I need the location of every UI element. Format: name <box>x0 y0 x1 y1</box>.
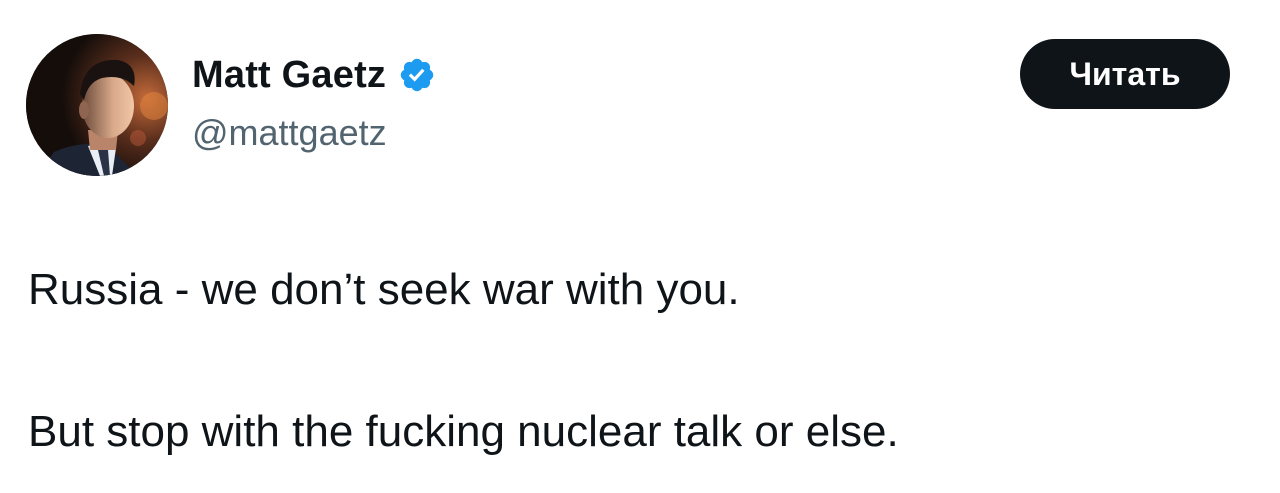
author-name-row: Matt Gaetz <box>192 52 436 98</box>
read-button[interactable]: Читать <box>1020 39 1230 109</box>
avatar[interactable] <box>26 34 168 176</box>
display-name[interactable]: Matt Gaetz <box>192 54 386 97</box>
tweet-text-line: But stop with the fucking nuclear talk o… <box>28 407 899 456</box>
author-handle[interactable]: @mattgaetz <box>192 112 387 154</box>
avatar-image <box>26 34 168 176</box>
verified-badge-icon[interactable] <box>398 56 436 94</box>
tweet-card: Matt Gaetz @mattgaetz Читать Russia - we… <box>0 0 1280 493</box>
tweet-text-line: Russia - we don’t seek war with you. <box>28 265 740 314</box>
